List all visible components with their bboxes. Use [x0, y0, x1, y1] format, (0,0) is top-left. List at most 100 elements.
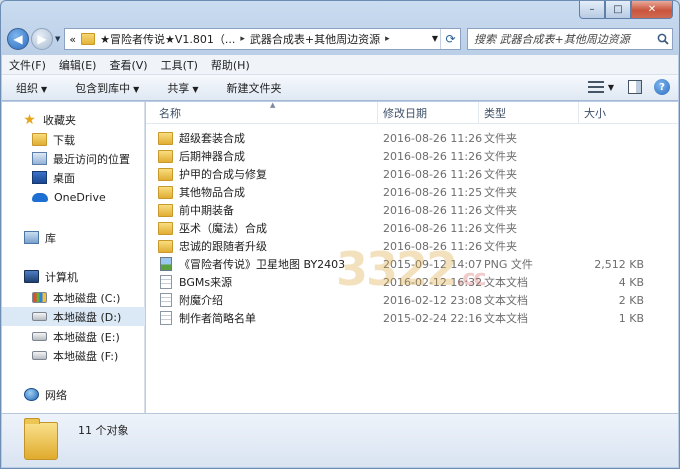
folder-icon — [81, 33, 96, 45]
file-date: 2015-09-12 14:07 — [383, 257, 483, 271]
file-name: 其他物品合成 — [179, 186, 245, 199]
nav-libraries[interactable]: 库 — [2, 228, 145, 247]
nav-desktop[interactable]: 桌面 — [2, 168, 145, 187]
back-button[interactable]: ◀ — [7, 28, 29, 50]
maximize-button[interactable]: □ — [605, 1, 631, 19]
help-icon[interactable]: ? — [654, 79, 670, 95]
folder-icon — [158, 203, 173, 217]
new-folder-button[interactable]: 新建文件夹 — [226, 80, 281, 96]
text-file-icon — [160, 275, 172, 289]
chevron-down-icon[interactable]: ▼ — [432, 34, 438, 43]
file-row[interactable]: 护甲的合成与修复 2016-08-26 11:26 文件夹 — [146, 165, 678, 183]
folder-icon — [158, 131, 173, 145]
minimize-button[interactable]: – — [579, 1, 605, 19]
folder-icon — [24, 418, 58, 460]
file-type: PNG 文件 — [484, 258, 533, 271]
file-type: 文件夹 — [484, 186, 517, 199]
nav-onedrive[interactable]: OneDrive — [2, 188, 145, 207]
nav-label: 本地磁盘 (D:) — [53, 310, 122, 324]
drive-icon — [32, 351, 47, 360]
file-type: 文件夹 — [484, 132, 517, 145]
view-options-icon[interactable] — [587, 80, 604, 94]
file-row[interactable]: 超级套装合成 2016-08-26 11:26 文件夹 — [146, 129, 678, 147]
breadcrumb-separator-icon[interactable]: ▸ — [385, 34, 390, 44]
search-icon[interactable] — [654, 33, 672, 45]
forward-button[interactable]: ▶ — [31, 28, 53, 50]
menu-bar: 文件(F) 编辑(E) 查看(V) 工具(T) 帮助(H) — [2, 55, 678, 75]
file-name: 忠诚的跟随者升级 — [179, 240, 267, 253]
menu-file[interactable]: 文件(F) — [9, 57, 46, 73]
include-in-library-label: 包含到库中 — [75, 81, 131, 95]
star-icon: ★ — [23, 111, 36, 128]
nav-computer[interactable]: 计算机 — [2, 267, 145, 286]
nav-drive-f[interactable]: 本地磁盘 (F:) — [2, 346, 145, 365]
address-row: ◀ ▶ ▼ « ★冒险者传说★V1.801（... ▸ 武器合成表+其他周边资源… — [7, 27, 673, 51]
nav-drive-c[interactable]: 本地磁盘 (C:) — [2, 288, 145, 307]
file-row[interactable]: 巫术（魔法）合成 2016-08-26 11:26 文件夹 — [146, 219, 678, 237]
folder-icon — [158, 221, 173, 235]
nav-downloads[interactable]: 下载 — [2, 130, 145, 149]
file-row[interactable]: 后期神器合成 2016-08-26 11:26 文件夹 — [146, 147, 678, 165]
menu-help[interactable]: 帮助(H) — [211, 57, 250, 73]
recent-pages-button[interactable]: ▼ — [55, 35, 60, 43]
column-header-type[interactable]: 类型 — [479, 102, 579, 124]
file-row[interactable]: BGMs来源 2016-02-12 16:32 文本文档 4 KB — [146, 273, 678, 291]
file-size — [584, 201, 644, 219]
file-list: 名称 ▲ 修改日期 类型 大小 超级套装合成 2016-08-26 11:26 文… — [146, 101, 678, 414]
file-name: 制作者简略名单 — [179, 312, 256, 325]
share-button[interactable]: 共享 ▼ — [167, 80, 198, 96]
nav-label: 计算机 — [45, 270, 78, 284]
file-row[interactable]: 前中期装备 2016-08-26 11:26 文件夹 — [146, 201, 678, 219]
nav-network[interactable]: 网络 — [2, 385, 145, 404]
search-box[interactable]: 搜索 武器合成表+其他周边资源 — [467, 28, 673, 50]
file-row[interactable]: 《冒险者传说》卫星地图 BY2403 2015-09-12 14:07 PNG … — [146, 255, 678, 273]
cloud-icon — [32, 193, 48, 202]
breadcrumb-separator-icon[interactable]: ▸ — [240, 34, 245, 44]
navigation-pane: ★ 收藏夹 下载 最近访问的位置 桌面 OneDrive 库 计算机 本地磁盘 … — [2, 102, 145, 414]
drive-icon — [32, 312, 47, 321]
sort-up-icon: ▲ — [270, 101, 276, 109]
nav-drive-e[interactable]: 本地磁盘 (E:) — [2, 327, 145, 346]
column-header-size[interactable]: 大小 — [579, 102, 649, 124]
file-row[interactable]: 忠诚的跟随者升级 2016-08-26 11:26 文件夹 — [146, 237, 678, 255]
file-type: 文件夹 — [484, 204, 517, 217]
include-in-library-button[interactable]: 包含到库中 ▼ — [75, 80, 139, 96]
downloads-folder-icon — [32, 133, 47, 146]
breadcrumb-overflow[interactable]: « — [69, 33, 76, 46]
organize-label: 组织 — [16, 81, 38, 95]
file-name: 超级套装合成 — [179, 132, 245, 145]
refresh-button[interactable]: ⟳ — [440, 29, 460, 49]
file-date: 2016-08-26 11:26 — [383, 239, 483, 253]
file-row[interactable]: 其他物品合成 2016-08-26 11:25 文件夹 — [146, 183, 678, 201]
folder-icon — [158, 167, 173, 181]
menu-view[interactable]: 查看(V) — [109, 57, 147, 73]
file-size: 4 KB — [618, 275, 644, 289]
menu-edit[interactable]: 编辑(E) — [59, 57, 97, 73]
column-header-name[interactable]: 名称 ▲ — [154, 101, 378, 124]
drive-icon — [32, 332, 47, 341]
preview-pane-icon[interactable] — [628, 80, 642, 94]
address-bar[interactable]: « ★冒险者传说★V1.801（... ▸ 武器合成表+其他周边资源 ▸ ▼ ⟳ — [64, 28, 461, 50]
breadcrumb-current[interactable]: 武器合成表+其他周边资源 — [250, 31, 380, 47]
recent-places-icon — [32, 152, 47, 165]
chevron-down-icon[interactable]: ▼ — [608, 83, 614, 92]
search-input[interactable]: 搜索 武器合成表+其他周边资源 — [474, 31, 654, 47]
breadcrumb-parent[interactable]: ★冒险者传说★V1.801（... — [100, 31, 235, 47]
file-date: 2016-08-26 11:26 — [383, 203, 483, 217]
nav-favorites[interactable]: ★ 收藏夹 — [22, 110, 142, 129]
column-header-date[interactable]: 修改日期 — [378, 102, 479, 124]
file-row[interactable]: 附魔介绍 2016-02-12 23:08 文本文档 2 KB — [146, 291, 678, 309]
organize-button[interactable]: 组织 ▼ — [16, 80, 47, 96]
nav-label: 最近访问的位置 — [53, 152, 130, 166]
chevron-down-icon: ▼ — [41, 84, 48, 94]
chevron-down-icon: ▼ — [192, 84, 199, 94]
menu-tools[interactable]: 工具(T) — [161, 57, 198, 73]
nav-label: 本地磁盘 (F:) — [53, 349, 119, 363]
file-row[interactable]: 制作者简略名单 2015-02-24 22:16 文本文档 1 KB — [146, 309, 678, 327]
close-button[interactable]: ✕ — [631, 1, 673, 19]
file-type: 文件夹 — [484, 150, 517, 163]
arrow-left-icon: ◀ — [13, 32, 23, 46]
nav-recent-places[interactable]: 最近访问的位置 — [2, 149, 145, 168]
nav-drive-d[interactable]: 本地磁盘 (D:) — [2, 307, 145, 326]
file-type: 文本文档 — [484, 294, 528, 307]
